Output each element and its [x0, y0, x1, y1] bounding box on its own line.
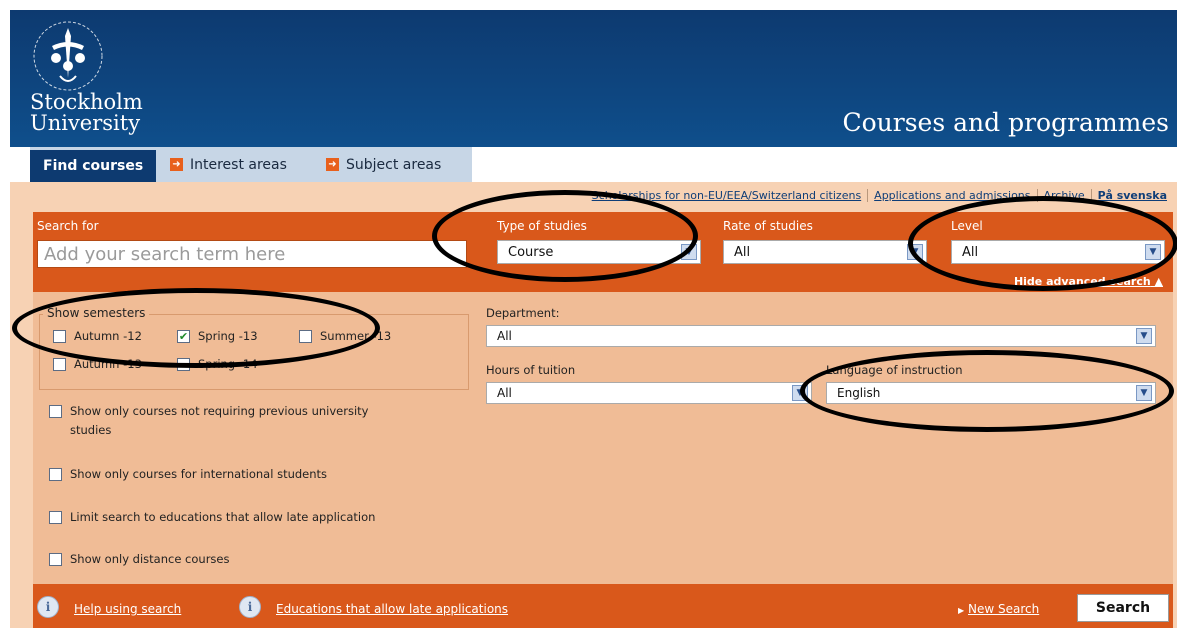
hours-label: Hours of tuition	[486, 363, 576, 377]
university-name: Stockholm University	[30, 92, 143, 134]
hours-select[interactable]: All ▼	[486, 382, 812, 404]
department-select[interactable]: All ▼	[486, 325, 1156, 347]
highlight-ellipse-type	[432, 190, 698, 282]
info-icon[interactable]: i	[239, 596, 261, 618]
new-search-label: New Search	[967, 602, 1040, 616]
tab-find-courses[interactable]: Find courses	[30, 150, 157, 182]
department-label: Department:	[486, 306, 560, 320]
checkbox-box[interactable]	[49, 510, 62, 524]
search-button[interactable]: Search	[1077, 594, 1169, 622]
tab-interest-areas[interactable]: ➜ Interest areas	[170, 147, 287, 182]
option-label-line1: Show only courses not requiring previous…	[70, 404, 369, 418]
checkbox-box[interactable]	[49, 405, 62, 418]
option-label: Show only distance courses	[70, 552, 230, 566]
rate-of-studies-label: Rate of studies	[723, 219, 813, 233]
late-applications-link[interactable]: Educations that allow late applications	[276, 602, 508, 616]
site-title: Courses and programmes	[842, 108, 1170, 137]
tab-label: Find courses	[43, 158, 144, 174]
select-value: All	[497, 329, 512, 343]
university-name-line1: Stockholm	[30, 90, 143, 114]
search-footer: i Help using search i Educations that al…	[33, 584, 1173, 628]
option-international-students[interactable]: Show only courses for international stud…	[49, 467, 327, 481]
option-label: Limit search to educations that allow la…	[70, 510, 376, 524]
triangle-right-icon: ▶	[958, 606, 965, 615]
option-label: Show only courses for international stud…	[70, 467, 328, 481]
nav-bar: Find courses ➜ Interest areas ➜ Subject …	[10, 147, 1177, 182]
tab-label: Interest areas	[190, 156, 287, 173]
select-value: All	[734, 244, 751, 260]
checkbox-box[interactable]	[49, 552, 62, 566]
arrow-right-icon: ➜	[170, 158, 183, 171]
highlight-ellipse-level	[908, 196, 1177, 291]
new-search-link[interactable]: ▶ New Search	[958, 602, 1039, 616]
option-late-application[interactable]: Limit search to educations that allow la…	[49, 510, 375, 524]
chevron-down-icon[interactable]: ▼	[1136, 328, 1152, 344]
search-input[interactable]: Add your search term here	[37, 240, 467, 268]
checkbox-box[interactable]	[49, 467, 62, 481]
window-left-edge	[0, 10, 10, 628]
arrow-right-icon: ➜	[326, 158, 339, 171]
help-using-search-link[interactable]: Help using search	[74, 602, 181, 616]
tab-strip: Find courses ➜ Interest areas ➜ Subject …	[30, 147, 472, 182]
info-icon[interactable]: i	[37, 596, 59, 618]
select-value: All	[497, 386, 512, 400]
highlight-ellipse-language	[800, 350, 1174, 432]
university-seal-logo[interactable]	[30, 16, 106, 96]
rate-of-studies-select[interactable]: All ▼	[723, 240, 927, 264]
university-name-line2: University	[30, 111, 141, 135]
option-distance-courses[interactable]: Show only distance courses	[49, 552, 229, 566]
site-header: Stockholm University Courses and program…	[10, 10, 1177, 147]
option-label: Show only courses not requiring previous…	[70, 402, 368, 440]
highlight-ellipse-semesters	[12, 288, 380, 368]
search-placeholder: Add your search term here	[44, 243, 286, 265]
option-label-line2: studies	[70, 423, 112, 437]
checkbox-box[interactable]	[53, 357, 66, 371]
search-label: Search for	[37, 219, 99, 233]
link-swedish[interactable]: På svenska	[1092, 189, 1173, 202]
tab-label: Subject areas	[346, 156, 442, 173]
tab-subject-areas[interactable]: ➜ Subject areas	[326, 147, 441, 182]
option-no-previous-studies[interactable]: Show only courses not requiring previous…	[49, 402, 368, 440]
